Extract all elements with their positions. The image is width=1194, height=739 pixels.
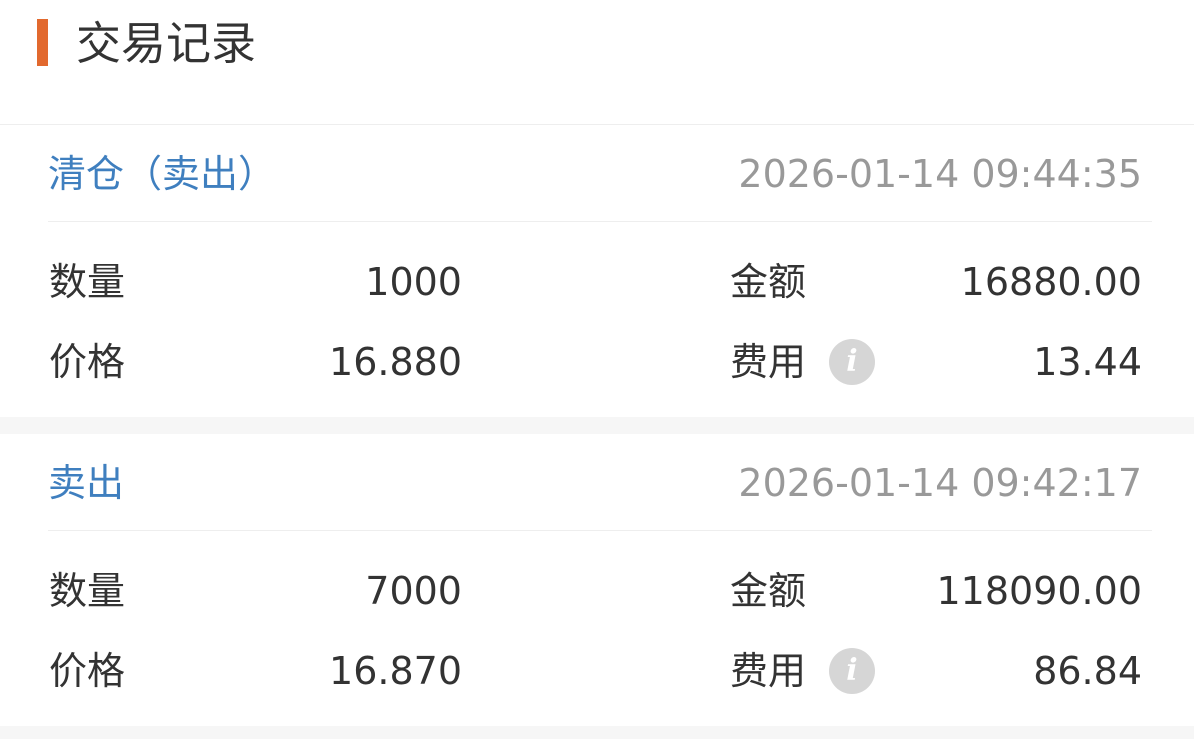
title-accent-bar: [37, 19, 48, 66]
quantity-label: 数量: [49, 569, 126, 613]
trade-type: 清仓（卖出）: [48, 152, 277, 196]
fee-label: 费用: [730, 340, 807, 384]
fee-value: 86.84: [1033, 649, 1142, 693]
info-icon[interactable]: i: [829, 648, 875, 694]
price-label: 价格: [49, 649, 126, 693]
trade-time: 2026-01-14 09:44:35: [738, 152, 1142, 196]
price-label: 价格: [49, 340, 126, 384]
price-value: 16.880: [329, 340, 462, 384]
quantity-value: 7000: [365, 569, 462, 613]
trade-record-header: 清仓（卖出） 2026-01-14 09:44:35: [48, 125, 1152, 222]
amount-value: 118090.00: [936, 569, 1143, 613]
trade-record-header: 卖出 2026-01-14 09:42:17: [48, 434, 1152, 531]
trade-record-card[interactable]: 清仓（卖出） 2026-01-14 09:44:35 数量 1000 金额 16…: [0, 125, 1194, 417]
amount-value: 16880.00: [960, 260, 1142, 304]
trade-record-card[interactable]: 卖出 2026-01-14 09:42:17 数量 7000 金额 118090…: [0, 434, 1194, 726]
quantity-value: 1000: [365, 260, 462, 304]
fee-label: 费用: [730, 649, 807, 693]
info-icon[interactable]: i: [829, 339, 875, 385]
trade-type: 卖出: [48, 461, 125, 505]
price-value: 16.870: [329, 649, 462, 693]
trade-time: 2026-01-14 09:42:17: [738, 461, 1142, 505]
quantity-label: 数量: [49, 260, 126, 304]
amount-label: 金额: [730, 569, 807, 613]
fee-value: 13.44: [1033, 340, 1142, 384]
amount-label: 金额: [730, 260, 807, 304]
page-title: 交易记录: [76, 17, 257, 70]
page-header: 交易记录: [0, 0, 1194, 125]
